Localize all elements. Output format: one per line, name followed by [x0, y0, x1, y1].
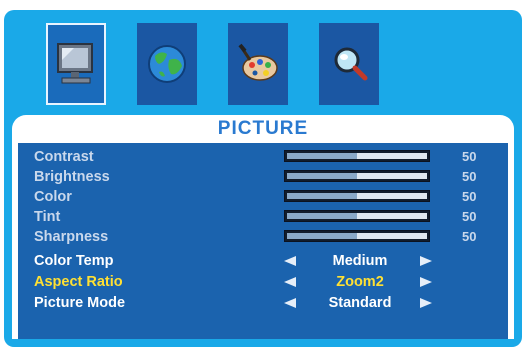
row-value: 50: [462, 149, 477, 164]
color-temp-value: Medium: [332, 253, 388, 269]
slider-fill: [287, 233, 357, 239]
row-label: Sharpness: [34, 229, 109, 245]
arrow-left-icon[interactable]: [284, 298, 296, 308]
aspect-ratio-row[interactable]: Aspect Ratio Zoom2: [18, 273, 508, 291]
tint-row[interactable]: Tint 50: [18, 208, 508, 226]
row-label: Picture Mode: [34, 295, 126, 311]
slider-fill: [287, 173, 357, 179]
palette-icon: [238, 43, 278, 81]
monitor-icon: [57, 43, 93, 84]
row-value: 50: [462, 209, 477, 224]
slider-fill: [287, 153, 357, 159]
contrast-row[interactable]: Contrast 50: [18, 148, 508, 166]
row-value: 50: [462, 169, 477, 184]
slider-fill: [287, 193, 357, 199]
contrast-slider[interactable]: [284, 150, 430, 162]
settings-panel: PICTURE Contrast 50 Brightness 50 Color: [12, 115, 514, 339]
tab-setup[interactable]: [137, 23, 197, 105]
magnifier-icon: [334, 47, 368, 81]
picture-mode-row[interactable]: Picture Mode Standard: [18, 294, 508, 312]
picture-mode-value: Standard: [328, 295, 392, 311]
row-value: 50: [462, 229, 477, 244]
brightness-slider[interactable]: [284, 170, 430, 182]
tab-options[interactable]: [228, 23, 288, 105]
globe-icon: [148, 45, 186, 83]
tab-picture[interactable]: [46, 23, 106, 105]
color-row[interactable]: Color 50: [18, 188, 508, 206]
slider-fill: [287, 213, 357, 219]
arrow-right-icon[interactable]: [420, 298, 432, 308]
row-label: Tint: [34, 209, 61, 225]
color-slider[interactable]: [284, 190, 430, 202]
tint-slider[interactable]: [284, 210, 430, 222]
menu-title: PICTURE: [217, 118, 309, 139]
row-label: Aspect Ratio: [34, 274, 123, 290]
sharpness-row[interactable]: Sharpness 50: [18, 228, 508, 246]
row-value: 50: [462, 189, 477, 204]
brightness-row[interactable]: Brightness 50: [18, 168, 508, 186]
color-temp-row[interactable]: Color Temp Medium: [18, 252, 508, 270]
row-label: Color: [34, 189, 72, 205]
arrow-right-icon[interactable]: [420, 277, 432, 287]
aspect-ratio-value: Zoom2: [336, 274, 384, 290]
row-label: Contrast: [34, 149, 94, 165]
settings-list: Contrast 50 Brightness 50 Color 50 Tint …: [18, 143, 508, 339]
arrow-left-icon[interactable]: [284, 277, 296, 287]
row-label: Brightness: [34, 169, 110, 185]
tab-search[interactable]: [319, 23, 379, 105]
arrow-left-icon[interactable]: [284, 256, 296, 266]
arrow-right-icon[interactable]: [420, 256, 432, 266]
osd-menu: PICTURE Contrast 50 Brightness 50 Color: [4, 10, 522, 347]
row-label: Color Temp: [34, 253, 114, 269]
sharpness-slider[interactable]: [284, 230, 430, 242]
